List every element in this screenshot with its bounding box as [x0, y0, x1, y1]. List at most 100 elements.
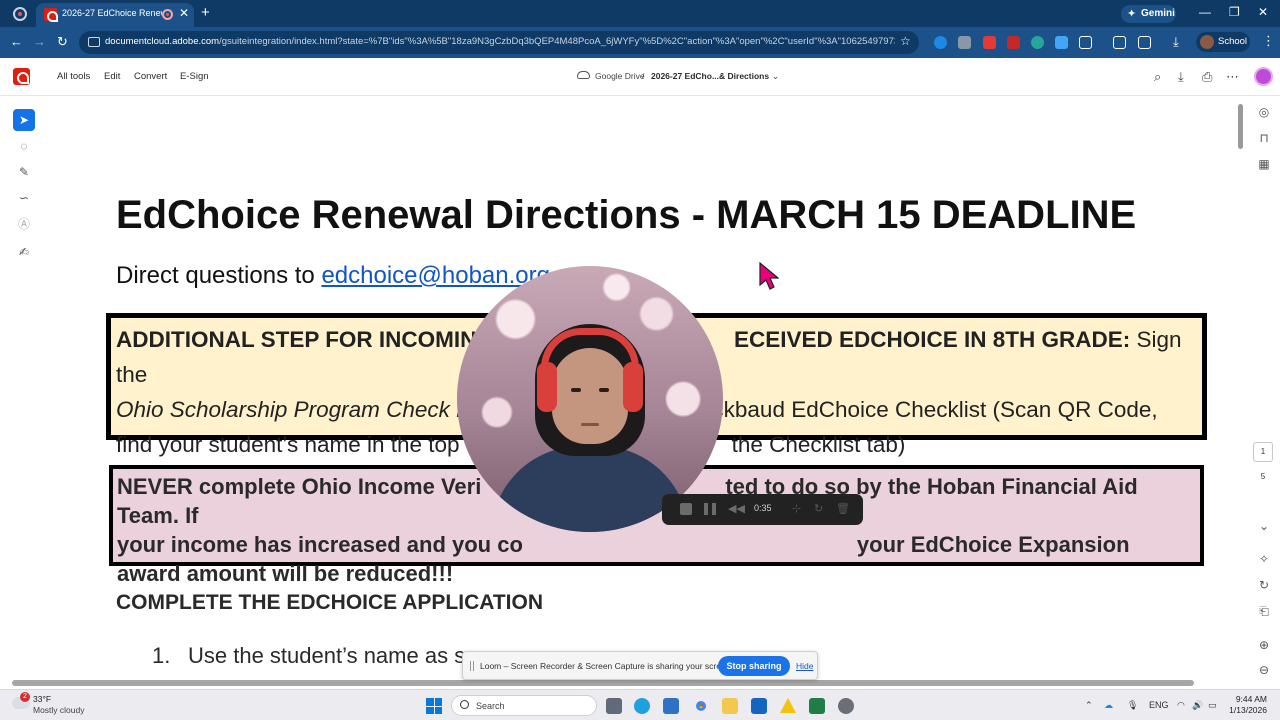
- zoom-out-icon[interactable]: ⊖: [1256, 663, 1272, 677]
- clock-date[interactable]: 1/13/2026: [1217, 705, 1267, 715]
- extension-4-icon[interactable]: [1007, 36, 1020, 49]
- bookmarks-panel-icon[interactable]: ⊓: [1256, 131, 1272, 145]
- menu-edit[interactable]: Edit: [104, 71, 120, 82]
- extension-3-icon[interactable]: [983, 36, 996, 49]
- tab-search-icon[interactable]: [1138, 36, 1151, 49]
- select-tool-icon[interactable]: ➤: [13, 109, 35, 131]
- print-icon[interactable]: ⎙: [1202, 69, 1212, 85]
- page-tools-icon[interactable]: ⎗: [1256, 604, 1272, 619]
- search-icon: [460, 700, 469, 709]
- restart-icon[interactable]: ↻: [814, 502, 826, 515]
- vertical-scrollbar[interactable]: [1236, 97, 1244, 677]
- breadcrumb-document[interactable]: 2026-27 EdCho...& Directions: [651, 71, 769, 81]
- language-indicator[interactable]: ENG: [1149, 700, 1169, 710]
- file-explorer-icon[interactable]: [722, 698, 738, 714]
- recording-indicator-icon[interactable]: [13, 7, 27, 21]
- trash-icon[interactable]: 🗑: [836, 502, 850, 515]
- more-options-icon[interactable]: ⋯: [1226, 69, 1239, 85]
- reload-icon[interactable]: ↻: [57, 34, 68, 50]
- hide-banner-link[interactable]: Hide: [796, 661, 813, 671]
- onedrive-icon[interactable]: ☁: [1104, 700, 1113, 711]
- extension-1-icon[interactable]: [934, 36, 947, 49]
- user-avatar[interactable]: [1254, 67, 1273, 86]
- ai-assistant-icon[interactable]: ✧: [1256, 552, 1272, 566]
- windows-start-icon[interactable]: [426, 698, 442, 714]
- chevron-down-icon[interactable]: ⌄: [772, 71, 779, 82]
- breadcrumb-root[interactable]: Google Drive: [595, 71, 645, 81]
- download-file-icon[interactable]: ⤓: [1178, 69, 1184, 85]
- excel-icon[interactable]: [809, 698, 825, 714]
- microphone-icon[interactable]: 🎙: [1127, 700, 1138, 711]
- restore-icon[interactable]: ❐: [1229, 5, 1240, 19]
- contact-email-link[interactable]: edchoice@hoban.org: [321, 262, 550, 289]
- address-bar[interactable]: documentcloud.adobe.com/gsuiteintegratio…: [79, 31, 919, 54]
- extension-2-icon[interactable]: [958, 36, 971, 49]
- comments-panel-icon[interactable]: ◎: [1256, 105, 1272, 119]
- loom-camera-bubble[interactable]: [457, 266, 723, 532]
- edge-icon[interactable]: [634, 698, 650, 714]
- camera-person-eye: [571, 388, 581, 392]
- site-info-icon[interactable]: [88, 37, 100, 47]
- profile-chip[interactable]: School: [1196, 32, 1250, 52]
- tray-overflow-icon[interactable]: ⌃: [1085, 700, 1093, 711]
- current-page-input[interactable]: 1: [1253, 442, 1273, 462]
- bookmark-star-icon[interactable]: ☆: [900, 34, 911, 48]
- horizontal-scroll-thumb[interactable]: [12, 680, 1194, 686]
- clock-time[interactable]: 9:44 AM: [1225, 694, 1267, 704]
- extension-6-icon[interactable]: [1055, 36, 1068, 49]
- weather-badge: 2: [20, 692, 30, 702]
- menu-convert[interactable]: Convert: [134, 71, 167, 82]
- side-panel-icon[interactable]: [1113, 36, 1126, 49]
- volume-icon[interactable]: 🔊: [1192, 700, 1203, 711]
- draw-tool-icon[interactable]: ✎: [13, 161, 35, 183]
- profile-avatar: [1200, 35, 1214, 49]
- menu-all-tools[interactable]: All tools: [57, 71, 90, 82]
- text-tool-icon[interactable]: Ⓐ: [13, 213, 35, 235]
- rewind-icon[interactable]: ◀◀: [728, 502, 745, 515]
- tab-close-icon[interactable]: ✕: [179, 6, 189, 20]
- extensions-puzzle-icon[interactable]: [1079, 36, 1092, 49]
- menu-esign[interactable]: E-Sign: [180, 71, 209, 82]
- warning-app-icon[interactable]: [780, 698, 796, 713]
- thumbnails-panel-icon[interactable]: ▦: [1256, 157, 1272, 171]
- stop-record-icon[interactable]: [680, 503, 692, 515]
- gemini-button[interactable]: ✦ Gemini: [1121, 5, 1176, 23]
- back-icon[interactable]: ←: [10, 34, 23, 49]
- minimize-icon[interactable]: —: [1199, 5, 1211, 19]
- outlook-icon[interactable]: [751, 698, 767, 714]
- weather-temperature[interactable]: 33°F: [33, 694, 51, 704]
- pause-icon[interactable]: [704, 503, 716, 515]
- sharing-message: Loom – Screen Recorder & Screen Capture …: [480, 661, 733, 671]
- store-icon[interactable]: [663, 698, 679, 714]
- acrobat-logo-icon[interactable]: [13, 68, 30, 85]
- extension-5-icon[interactable]: [1031, 36, 1044, 49]
- task-view-icon[interactable]: [606, 698, 622, 714]
- forward-icon[interactable]: →: [33, 34, 46, 49]
- drawing-grid-icon[interactable]: ⊹: [792, 502, 804, 515]
- chrome-menu-icon[interactable]: ⋮: [1262, 33, 1275, 49]
- chrome-icon[interactable]: [693, 698, 709, 714]
- settings-gear-icon[interactable]: [838, 698, 854, 714]
- camera-person-eye: [599, 388, 609, 392]
- search-icon[interactable]: ⌕: [1154, 69, 1161, 85]
- vertical-scroll-thumb[interactable]: [1238, 104, 1243, 149]
- sign-tool-icon[interactable]: ✍: [13, 241, 35, 263]
- zoom-in-icon[interactable]: ⊕: [1256, 638, 1272, 652]
- new-tab-button[interactable]: +: [201, 4, 210, 21]
- freehand-tool-icon[interactable]: ∽: [13, 187, 35, 209]
- taskbar-search[interactable]: Search: [451, 695, 597, 716]
- chevron-down-icon[interactable]: ⌄: [1256, 519, 1272, 533]
- weather-condition[interactable]: Mostly cloudy: [33, 705, 85, 715]
- warning-line-3: award amount will be reduced!!!: [117, 561, 454, 586]
- headphones-band: [541, 328, 639, 368]
- window-close-icon[interactable]: ✕: [1258, 5, 1268, 19]
- rotate-icon[interactable]: ↻: [1256, 578, 1272, 592]
- battery-icon[interactable]: ▭: [1208, 700, 1217, 711]
- breadcrumb-separator: /: [642, 71, 645, 81]
- stop-sharing-button[interactable]: Stop sharing: [718, 656, 790, 676]
- comment-tool-icon[interactable]: ◌: [13, 135, 35, 157]
- wifi-icon[interactable]: ◠: [1177, 700, 1185, 711]
- browser-tab-active[interactable]: 2026-27 EdChoice Renewal ✕: [36, 3, 194, 27]
- download-icon[interactable]: ⤓: [1173, 34, 1179, 50]
- drag-handle-icon[interactable]: [470, 661, 474, 671]
